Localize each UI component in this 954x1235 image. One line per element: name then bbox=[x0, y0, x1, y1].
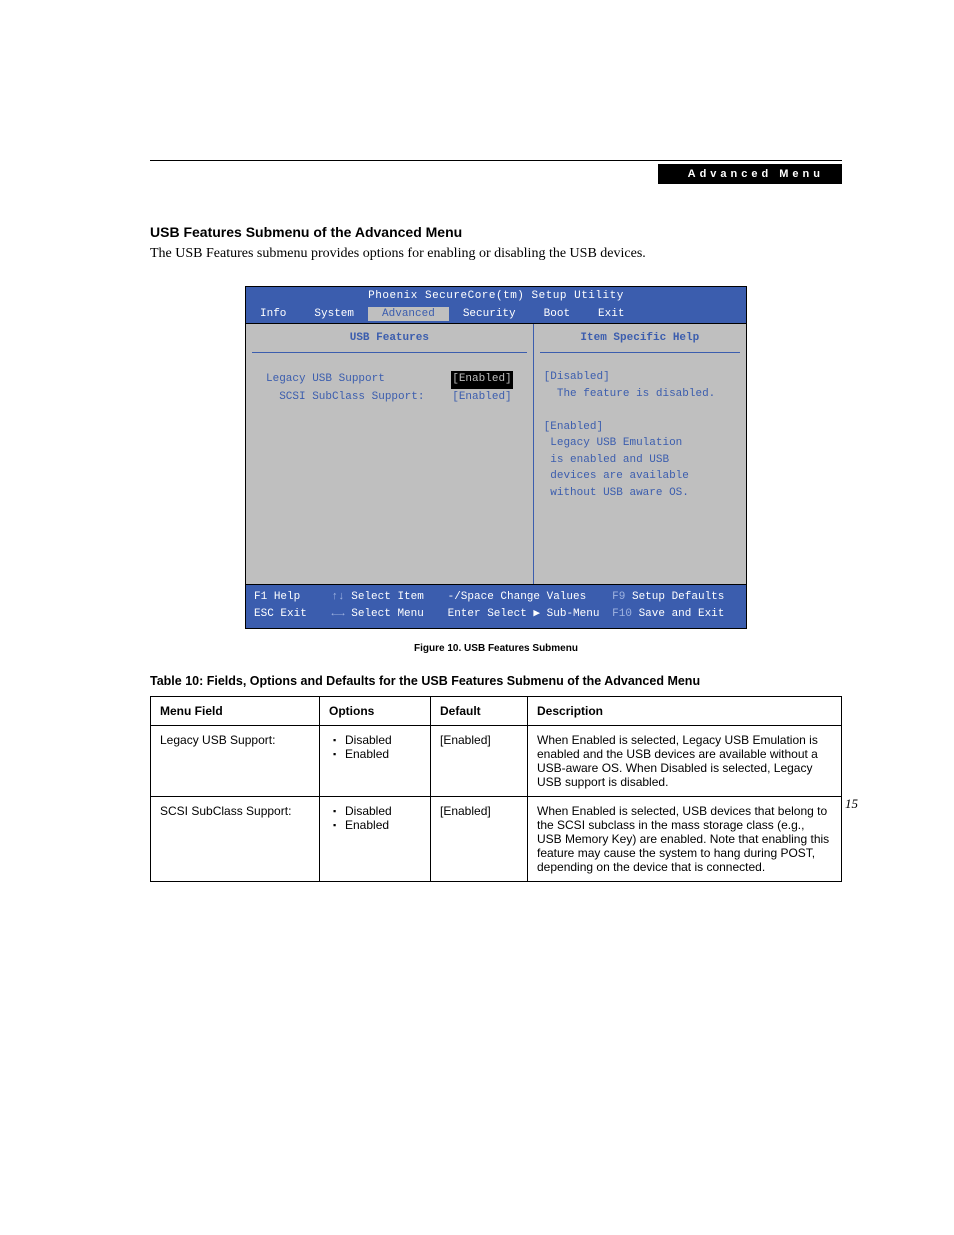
bios-option-value[interactable]: [Enabled] bbox=[451, 389, 512, 407]
figure-caption: Figure 10. USB Features Submenu bbox=[150, 643, 842, 654]
bios-right-title: Item Specific Help bbox=[540, 324, 740, 353]
table-header: Default bbox=[431, 697, 528, 726]
bios-option-row[interactable]: Legacy USB Support [Enabled] bbox=[258, 371, 521, 389]
bios-screenshot: Phoenix SecureCore(tm) Setup Utility Inf… bbox=[245, 286, 747, 629]
bios-footer-cell: -/Space Change Values bbox=[448, 589, 613, 606]
bios-tab-advanced[interactable]: Advanced bbox=[368, 307, 449, 321]
page-number: 15 bbox=[845, 796, 858, 812]
cell-options: DisabledEnabled bbox=[320, 726, 431, 797]
bios-title: Phoenix SecureCore(tm) Setup Utility bbox=[246, 287, 746, 305]
bios-footer: F1 Help↑↓ Select Item-/Space Change Valu… bbox=[246, 584, 746, 628]
cell-default: [Enabled] bbox=[431, 726, 528, 797]
bios-option-label: SCSI SubClass Support: bbox=[266, 389, 424, 407]
bios-tab-bar: InfoSystemAdvancedSecurityBootExit bbox=[246, 305, 746, 323]
table-header: Menu Field bbox=[151, 697, 320, 726]
table-row: SCSI SubClass Support:DisabledEnabled[En… bbox=[151, 797, 842, 882]
cell-description: When Enabled is selected, USB devices th… bbox=[528, 797, 842, 882]
list-item: Disabled bbox=[333, 733, 421, 747]
section-header-bar: Advanced Menu bbox=[658, 164, 842, 184]
bios-options-panel: Legacy USB Support [Enabled] SCSI SubClas… bbox=[246, 353, 533, 424]
bios-help-text: [Disabled] The feature is disabled. [Ena… bbox=[534, 353, 746, 517]
bios-footer-cell: ↑↓ Select Item bbox=[331, 589, 447, 606]
list-item: Enabled bbox=[333, 747, 421, 761]
bios-tab-security[interactable]: Security bbox=[449, 307, 530, 321]
bios-option-row[interactable]: SCSI SubClass Support: [Enabled] bbox=[258, 389, 521, 407]
list-item: Enabled bbox=[333, 818, 421, 832]
bios-footer-cell: ESC Exit bbox=[254, 606, 331, 623]
bios-footer-cell: F9 Setup Defaults bbox=[612, 589, 738, 606]
cell-default: [Enabled] bbox=[431, 797, 528, 882]
cell-menu-field: Legacy USB Support: bbox=[151, 726, 320, 797]
bios-tab-boot[interactable]: Boot bbox=[530, 307, 584, 321]
cell-description: When Enabled is selected, Legacy USB Emu… bbox=[528, 726, 842, 797]
bios-footer-cell: ←→ Select Menu bbox=[331, 606, 447, 623]
horizontal-rule bbox=[150, 160, 842, 161]
table-header: Options bbox=[320, 697, 431, 726]
bios-footer-cell: F1 Help bbox=[254, 589, 331, 606]
bios-option-label: Legacy USB Support bbox=[266, 371, 385, 389]
section-intro: The USB Features submenu provides option… bbox=[150, 246, 842, 262]
list-item: Disabled bbox=[333, 804, 421, 818]
section-title: USB Features Submenu of the Advanced Men… bbox=[150, 224, 842, 240]
table-title: Table 10: Fields, Options and Defaults f… bbox=[150, 674, 842, 688]
table-row: Legacy USB Support:DisabledEnabled[Enabl… bbox=[151, 726, 842, 797]
bios-option-value[interactable]: [Enabled] bbox=[451, 371, 512, 389]
bios-tab-exit[interactable]: Exit bbox=[584, 307, 638, 321]
bios-footer-cell: F10 Save and Exit bbox=[612, 606, 738, 623]
bios-left-title: USB Features bbox=[252, 324, 527, 353]
cell-menu-field: SCSI SubClass Support: bbox=[151, 797, 320, 882]
bios-tab-info[interactable]: Info bbox=[246, 307, 300, 321]
table-header: Description bbox=[528, 697, 842, 726]
fields-table: Menu FieldOptionsDefaultDescription Lega… bbox=[150, 696, 842, 882]
bios-tab-system[interactable]: System bbox=[300, 307, 368, 321]
cell-options: DisabledEnabled bbox=[320, 797, 431, 882]
bios-footer-cell: Enter Select ▶ Sub-Menu bbox=[448, 606, 613, 623]
